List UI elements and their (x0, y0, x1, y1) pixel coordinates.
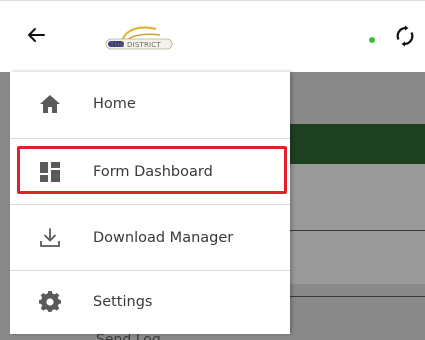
menu-item-label: Settings (93, 294, 153, 310)
dashboard-icon (36, 158, 64, 186)
district-logo: THE DISTRICT (100, 23, 178, 55)
background-divider (290, 296, 425, 297)
online-status-indicator (369, 37, 375, 43)
menu-item-label: Form Dashboard (93, 164, 213, 180)
menu-item-form-dashboard[interactable]: Form Dashboard (10, 140, 290, 204)
navigation-drawer: Home Form Dashboard Download Manager Set… (10, 72, 290, 334)
app-bar: THE DISTRICT (0, 0, 425, 72)
arrow-left-icon (28, 28, 45, 42)
menu-item-home[interactable]: Home (10, 72, 290, 136)
menu-item-download-manager[interactable]: Download Manager (10, 206, 290, 270)
back-button[interactable] (22, 21, 50, 49)
menu-divider (10, 204, 290, 205)
gear-icon (36, 288, 64, 316)
logo-text: THE DISTRICT (110, 41, 161, 49)
sync-button[interactable] (392, 23, 418, 49)
menu-item-label: Home (93, 96, 136, 112)
background-panel (290, 164, 425, 284)
menu-item-settings[interactable]: Settings (10, 270, 290, 334)
background-banner (290, 124, 425, 164)
sync-icon (396, 25, 414, 47)
menu-divider (10, 138, 290, 139)
background-divider (290, 230, 425, 231)
menu-item-label: Download Manager (93, 230, 234, 246)
download-icon (36, 224, 64, 252)
home-icon (36, 90, 64, 118)
